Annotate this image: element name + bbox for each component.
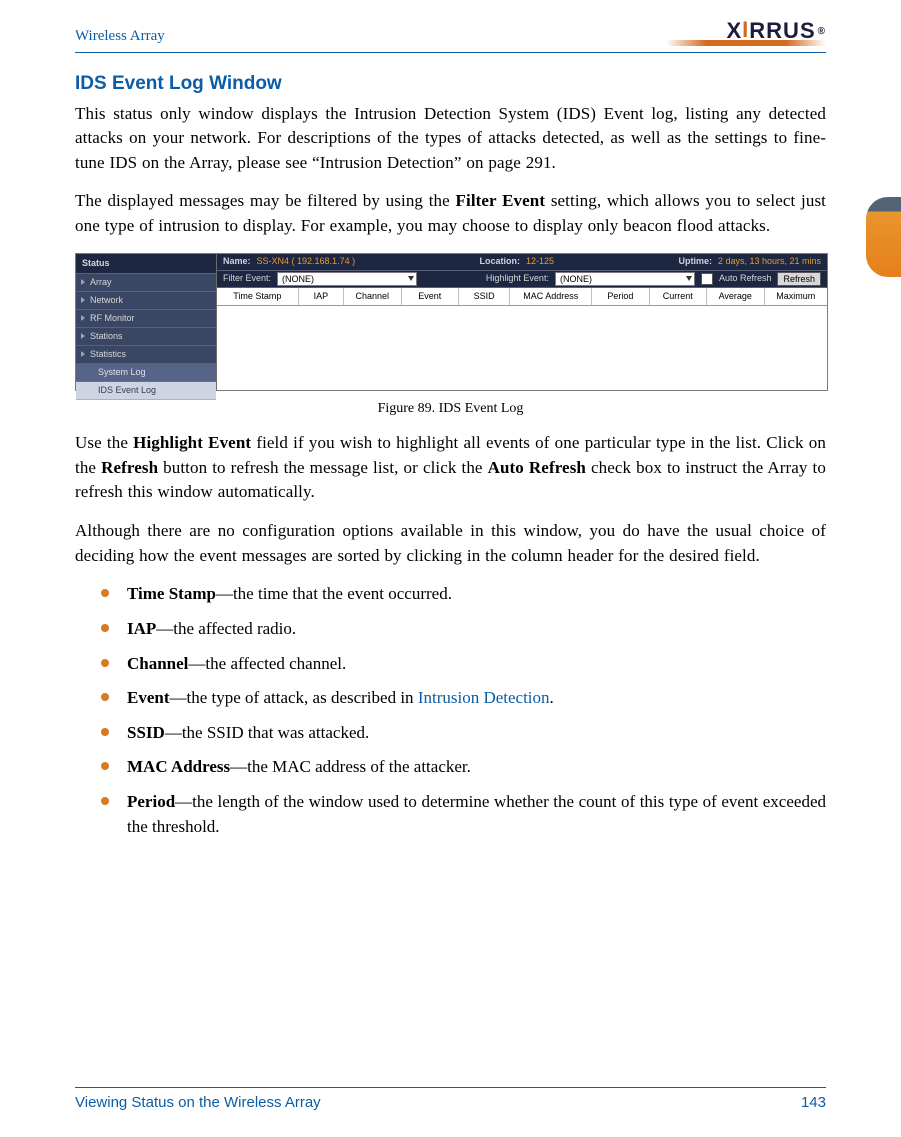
paragraph-intro: This status only window displays the Int…: [75, 102, 826, 176]
ids-filter-bar: Filter Event: (NONE) Highlight Event: (N…: [217, 271, 827, 288]
term: Event: [127, 688, 170, 707]
ids-col-average[interactable]: Average: [707, 288, 764, 305]
desc: —the affected radio.: [156, 619, 296, 638]
ids-col-current[interactable]: Current: [650, 288, 707, 305]
paragraph-highlight: Use the Highlight Event field if you wis…: [75, 431, 826, 505]
text: Use the: [75, 433, 133, 452]
ids-title-bar: Name: SS-XN4 ( 192.168.1.74 ) Location: …: [217, 254, 827, 271]
ids-col-period[interactable]: Period: [592, 288, 649, 305]
link-intrusion-detection[interactable]: Intrusion Detection: [418, 688, 550, 707]
desc: —the length of the window used to determ…: [127, 792, 826, 836]
ids-sidebar-item-network[interactable]: Network: [76, 292, 216, 310]
ids-name-label: Name:: [223, 255, 251, 268]
list-item-event: Event—the type of attack, as described i…: [75, 686, 826, 711]
term: Channel: [127, 654, 188, 673]
section-title: IDS Event Log Window: [75, 70, 826, 98]
ids-main: Name: SS-XN4 ( 192.168.1.74 ) Location: …: [217, 254, 827, 390]
ids-col-ssid[interactable]: SSID: [459, 288, 510, 305]
desc: —the SSID that was attacked.: [165, 723, 369, 742]
bold-term-highlight-event: Highlight Event: [133, 433, 251, 452]
ids-refresh-button[interactable]: Refresh: [777, 272, 821, 286]
ids-sidebar-selected-idslog[interactable]: IDS Event Log: [76, 382, 216, 400]
bold-term-auto-refresh: Auto Refresh: [488, 458, 586, 477]
desc: —the type of attack, as described in: [170, 688, 418, 707]
footer-left: Viewing Status on the Wireless Array: [75, 1094, 321, 1111]
ids-col-mac[interactable]: MAC Address: [510, 288, 592, 305]
ids-col-channel[interactable]: Channel: [344, 288, 401, 305]
ids-col-timestamp[interactable]: Time Stamp: [217, 288, 299, 305]
page-footer: Viewing Status on the Wireless Array 143: [75, 1087, 826, 1111]
page-header: Wireless Array XIRRUS®: [75, 22, 826, 53]
ids-sidebar: Status Array Network RF Monitor Stations…: [76, 254, 217, 390]
ids-sidebar-item-statistics[interactable]: Statistics: [76, 346, 216, 364]
breadcrumb: Wireless Array: [75, 28, 165, 45]
term: IAP: [127, 619, 156, 638]
list-item-ssid: SSID—the SSID that was attacked.: [75, 721, 826, 746]
ids-uptime-label: Uptime:: [678, 255, 712, 268]
ids-sidebar-item-array[interactable]: Array: [76, 274, 216, 292]
list-item-timestamp: Time Stamp—the time that the event occur…: [75, 582, 826, 607]
ids-highlight-label: Highlight Event:: [486, 272, 549, 285]
ids-auto-refresh-label: Auto Refresh: [719, 272, 772, 285]
ids-col-event[interactable]: Event: [402, 288, 459, 305]
list-item-iap: IAP—the affected radio.: [75, 617, 826, 642]
tail: .: [550, 688, 554, 707]
term: SSID: [127, 723, 165, 742]
ids-sidebar-heading: Status: [76, 254, 216, 274]
list-item-channel: Channel—the affected channel.: [75, 652, 826, 677]
desc: —the affected channel.: [188, 654, 346, 673]
ids-uptime-value: 2 days, 13 hours, 21 mins: [718, 255, 821, 268]
bold-term-filter-event: Filter Event: [456, 191, 546, 210]
brand-swoosh-icon: [666, 40, 826, 46]
list-item-mac: MAC Address—the MAC address of the attac…: [75, 755, 826, 780]
text: button to refresh the message list, or c…: [158, 458, 487, 477]
ids-sidebar-item-stations[interactable]: Stations: [76, 328, 216, 346]
paragraph-filter: The displayed messages may be filtered b…: [75, 189, 826, 238]
brand-logo: XIRRUS®: [666, 18, 826, 44]
ids-highlight-dropdown[interactable]: (NONE): [555, 272, 695, 286]
ids-location-label: Location:: [480, 255, 521, 268]
bold-term-refresh: Refresh: [101, 458, 158, 477]
ids-col-iap[interactable]: IAP: [299, 288, 344, 305]
desc: —the time that the event occurred.: [216, 584, 452, 603]
desc: —the MAC address of the attacker.: [230, 757, 471, 776]
field-definition-list: Time Stamp—the time that the event occur…: [75, 582, 826, 839]
ids-table-body-empty: [217, 306, 827, 390]
text: The displayed messages may be filtered b…: [75, 191, 456, 210]
thumb-tab-icon: [866, 197, 901, 277]
ids-name-value: SS-XN4 ( 192.168.1.74 ): [257, 255, 356, 268]
ids-column-header-row: Time Stamp IAP Channel Event SSID MAC Ad…: [217, 288, 827, 306]
ids-filter-label: Filter Event:: [223, 272, 271, 285]
ids-col-maximum[interactable]: Maximum: [765, 288, 828, 305]
figure-caption: Figure 89. IDS Event Log: [75, 399, 826, 419]
ids-filter-dropdown[interactable]: (NONE): [277, 272, 417, 286]
term: Period: [127, 792, 175, 811]
ids-location-value: 12-125: [526, 255, 554, 268]
term: MAC Address: [127, 757, 230, 776]
term: Time Stamp: [127, 584, 216, 603]
ids-sidebar-item-rf-monitor[interactable]: RF Monitor: [76, 310, 216, 328]
paragraph-config: Although there are no configuration opti…: [75, 519, 826, 568]
footer-page-number: 143: [801, 1094, 826, 1111]
ids-log-screenshot: Status Array Network RF Monitor Stations…: [75, 253, 828, 391]
list-item-period: Period—the length of the window used to …: [75, 790, 826, 839]
ids-auto-refresh-checkbox[interactable]: [701, 273, 713, 285]
ids-sidebar-sub-systemlog[interactable]: System Log: [76, 364, 216, 382]
